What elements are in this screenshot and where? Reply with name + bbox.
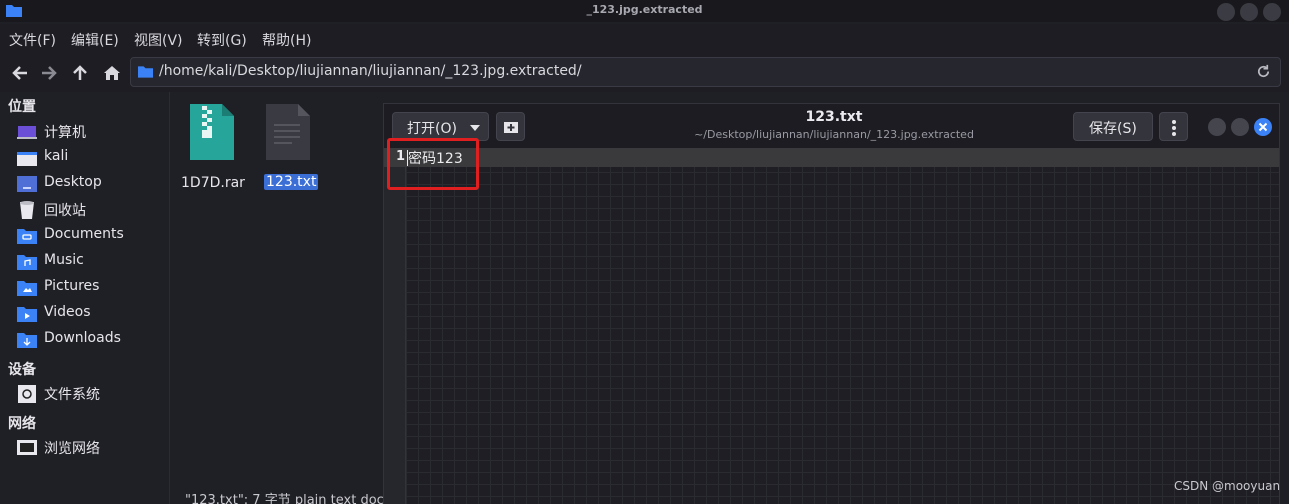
desktop-folder-icon <box>17 175 37 193</box>
editor-minimize-button[interactable] <box>1208 118 1226 136</box>
highlight-annotation-box <box>387 138 479 190</box>
file-name: 1D7D.rar <box>181 175 245 191</box>
open-button[interactable]: 打开(O) <box>392 112 489 141</box>
home-folder-icon <box>17 149 37 167</box>
menu-view[interactable]: 视图(V) <box>134 30 183 50</box>
text-file-icon <box>266 104 310 164</box>
sidebar-item-documents[interactable]: Documents <box>17 225 167 247</box>
more-menu-button[interactable] <box>1159 112 1188 141</box>
editor-subtitle: ~/Desktop/liujiannan/liujiannan/_123.jpg… <box>694 128 974 141</box>
up-arrow-icon[interactable] <box>69 62 91 84</box>
close-button[interactable] <box>1263 3 1281 21</box>
network-icon <box>17 439 37 457</box>
sidebar-item-kali[interactable]: kali <box>17 147 167 169</box>
status-bar: "123.txt": 7 字节 plain text document <box>185 493 385 504</box>
window-titlebar: _123.jpg.extracted <box>0 0 1289 22</box>
sidebar-item-filesystem[interactable]: 文件系统 <box>17 383 167 405</box>
sidebar-item-music[interactable]: Music <box>17 251 167 273</box>
new-document-icon <box>503 119 519 139</box>
location-path[interactable]: /home/kali/Desktop/liujiannan/liujiannan… <box>159 63 582 79</box>
watermark: CSDN @mooyuan <box>1174 479 1281 493</box>
pictures-folder-icon <box>17 279 37 297</box>
sidebar-heading-devices: 设备 <box>8 362 36 378</box>
forward-arrow-icon[interactable] <box>38 62 60 84</box>
file-name: 123.txt <box>264 174 319 190</box>
sidebar-item-pictures[interactable]: Pictures <box>17 277 167 299</box>
editor-title: 123.txt <box>805 109 863 125</box>
text-area[interactable] <box>406 148 1279 504</box>
window-title: _123.jpg.extracted <box>586 3 703 16</box>
menu-file[interactable]: 文件(F) <box>9 30 56 50</box>
trash-icon <box>17 201 37 219</box>
editor-headerbar: 打开(O) 123.txt ~/Desktop/liujiannan/liuji… <box>384 104 1279 148</box>
sidebar-item-desktop[interactable]: Desktop <box>17 173 167 195</box>
sidebar-heading-network: 网络 <box>8 416 36 432</box>
editor-maximize-button[interactable] <box>1231 118 1249 136</box>
chevron-down-icon <box>470 125 480 131</box>
menubar: 文件(F) 编辑(E) 视图(V) 转到(G) 帮助(H) <box>0 24 1289 54</box>
location-bar[interactable]: /home/kali/Desktop/liujiannan/liujiannan… <box>130 57 1281 87</box>
downloads-folder-icon <box>17 331 37 349</box>
drive-icon <box>17 385 37 403</box>
sidebar-item-videos[interactable]: Videos <box>17 303 167 325</box>
music-folder-icon <box>17 253 37 271</box>
sidebar-item-computer[interactable]: 计算机 <box>17 121 167 143</box>
minimize-button[interactable] <box>1217 3 1235 21</box>
sidebar-item-browse-network[interactable]: 浏览网络 <box>17 437 167 459</box>
menu-edit[interactable]: 编辑(E) <box>71 30 119 50</box>
archive-icon <box>190 104 234 164</box>
sidebar-item-downloads[interactable]: Downloads <box>17 329 167 351</box>
text-editor-window: 打开(O) 123.txt ~/Desktop/liujiannan/liuji… <box>383 103 1280 504</box>
back-arrow-icon[interactable] <box>9 62 31 84</box>
computer-icon <box>17 123 37 141</box>
file-item-txt[interactable]: 123.txt <box>264 100 324 190</box>
documents-folder-icon <box>17 227 37 245</box>
menu-go[interactable]: 转到(G) <box>197 30 247 50</box>
current-line-highlight <box>384 148 1279 167</box>
home-icon[interactable] <box>101 62 123 84</box>
maximize-button[interactable] <box>1240 3 1258 21</box>
sidebar-heading-places: 位置 <box>8 99 36 115</box>
reload-icon[interactable] <box>1255 63 1272 84</box>
new-document-button[interactable] <box>496 112 525 141</box>
save-button[interactable]: 保存(S) <box>1073 112 1153 141</box>
folder-icon <box>138 65 153 82</box>
menu-help[interactable]: 帮助(H) <box>262 30 311 50</box>
editor-close-button[interactable] <box>1254 118 1272 136</box>
line-gutter <box>384 148 406 504</box>
file-item-rar[interactable]: 1D7D.rar <box>181 100 251 191</box>
sidebar-item-trash[interactable]: 回收站 <box>17 199 167 221</box>
sidebar: 位置 计算机 kali Desktop 回收站 Documents Music … <box>0 92 170 504</box>
videos-folder-icon <box>17 305 37 323</box>
